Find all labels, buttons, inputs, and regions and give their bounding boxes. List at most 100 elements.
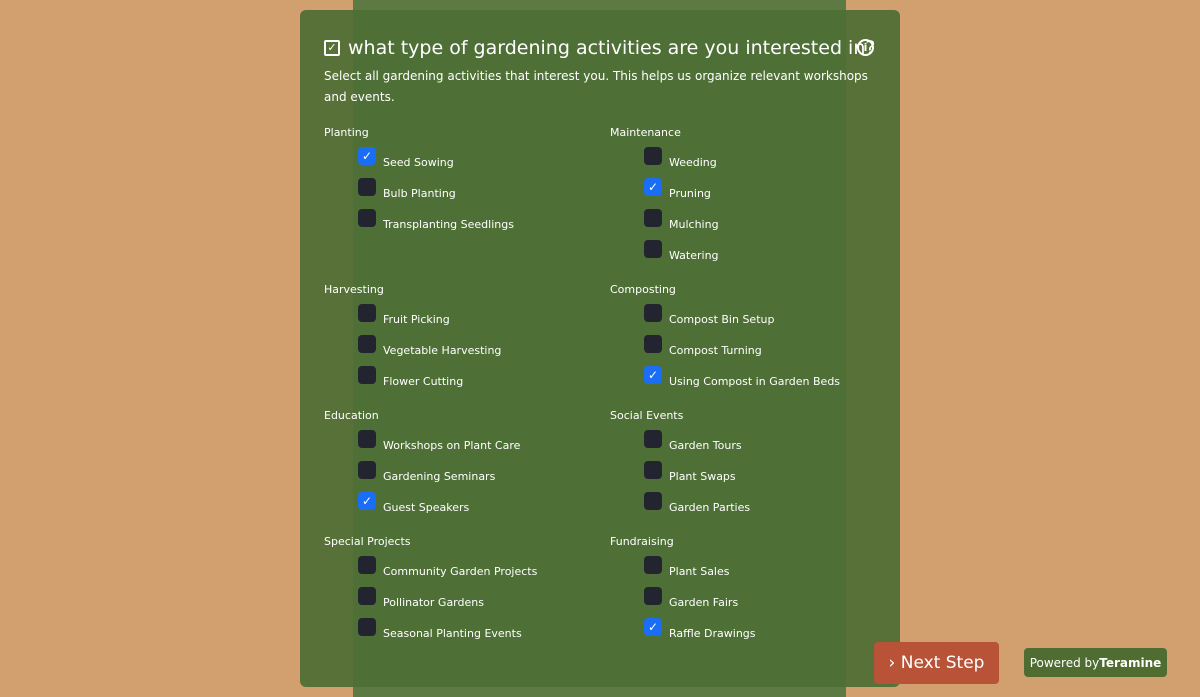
chevron-right-icon: › [888,653,901,673]
option-label: Transplanting Seedlings [383,218,514,231]
group-label: Fundraising [610,535,674,548]
option-label: Garden Fairs [669,596,739,609]
checkbox[interactable] [358,586,376,605]
checkbox[interactable] [644,555,662,574]
checkbox-option[interactable]: Plant Swaps [610,459,896,490]
checkbox[interactable] [358,334,376,353]
option-label: Watering [669,249,719,262]
checkbox[interactable] [644,491,662,510]
checkbox[interactable] [644,303,662,322]
checkbox[interactable] [644,460,662,479]
question-title-text: what type of gardening activities are yo… [348,37,876,59]
checkbox[interactable]: ✓ [644,177,662,196]
option-label: Compost Turning [669,344,762,357]
checkbox-option[interactable]: Transplanting Seedlings [324,207,610,238]
checkbox[interactable] [358,429,376,448]
option-label: Using Compost in Garden Beds [669,375,841,388]
checkbox-option[interactable]: Flower Cutting [324,364,610,395]
checkbox-option[interactable]: Compost Turning [610,333,896,364]
group-label: Planting [324,126,369,139]
checkbox-option[interactable]: ✓ Raffle Drawings [610,616,896,647]
option-groups: Planting ✓ Seed Sowing Bulb Planting Transpl… [324,126,876,661]
group-maintenance: Maintenance Weeding ✓ Pruning Mulching Wateri… [610,126,896,279]
group-special-projects: Special Projects Community Garden Project… [324,535,610,657]
group-composting: Composting Compost Bin Setup Compost Turni… [610,283,896,405]
checkbox-option[interactable]: Garden Parties [610,490,896,521]
checkbox[interactable] [644,334,662,353]
powered-by-badge[interactable]: Powered by Teramine [1024,648,1167,677]
checkbox[interactable] [644,208,662,227]
checkbox-option[interactable]: Garden Fairs [610,585,896,616]
question-description: Select all gardening activities that int… [324,69,868,104]
option-label: Garden Parties [669,501,751,514]
group-planting: Planting ✓ Seed Sowing Bulb Planting Transpl… [324,126,610,279]
powered-prefix: Powered by [1029,655,1100,670]
checkbox[interactable] [358,177,376,196]
checkbox-option[interactable]: Pollinator Gardens [324,585,610,616]
next-step-button[interactable]: › Next Step [874,642,999,684]
checkbox-option[interactable]: Watering [610,238,896,269]
question-panel: ✓ what type of gardening activities are … [300,10,900,687]
option-label: Community Garden Projects [383,565,538,578]
checkbox-option[interactable]: ✓ Guest Speakers [324,490,610,521]
option-label: Seasonal Planting Events [383,627,522,640]
checkbox[interactable] [358,460,376,479]
group-label: Harvesting [324,283,384,296]
option-label: Raffle Drawings [669,627,756,640]
checkbox[interactable]: ✓ [358,146,376,165]
option-label: Pollinator Gardens [383,596,484,609]
group-label: Maintenance [610,126,681,139]
checkbox[interactable]: ✓ [644,365,662,384]
checkbox[interactable] [358,555,376,574]
option-label: Weeding [669,156,717,169]
powered-brand: Teramine [1099,655,1162,670]
checkbox[interactable] [358,365,376,384]
checkbox-option[interactable]: ✓ Pruning [610,176,896,207]
checkbox-option[interactable]: Community Garden Projects [324,554,610,585]
checkbox-option[interactable]: Vegetable Harvesting [324,333,610,364]
checkbox[interactable] [644,146,662,165]
group-label: Social Events [610,409,684,422]
checkbox-option[interactable]: Workshops on Plant Care [324,428,610,459]
group-label: Education [324,409,379,422]
checkbox-option[interactable]: Weeding [610,145,896,176]
checkbox-option[interactable]: Mulching [610,207,896,238]
checkbox-option[interactable]: Gardening Seminars [324,459,610,490]
option-label: Garden Tours [669,439,742,452]
group-social-events: Social Events Garden Tours Plant Swaps Gard… [610,409,896,531]
checkbox-option[interactable]: Compost Bin Setup [610,302,896,333]
checkbox[interactable]: ✓ [358,491,376,510]
checkbox-option[interactable]: Plant Sales [610,554,896,585]
option-label: Plant Swaps [669,470,736,483]
checkbox[interactable] [644,586,662,605]
group-label: Composting [610,283,676,296]
option-label: Gardening Seminars [383,470,496,483]
group-education: Education Workshops on Plant Care Gardenin… [324,409,610,531]
checkbox-option[interactable]: Fruit Picking [324,302,610,333]
option-label: Pruning [669,187,711,200]
option-label: Flower Cutting [383,375,464,388]
checkbox-option[interactable]: Garden Tours [610,428,896,459]
checkbox[interactable] [358,208,376,227]
checkbox[interactable] [644,429,662,448]
option-label: Mulching [669,218,719,231]
checkbox-question-icon: ✓ [324,40,340,56]
option-label: Fruit Picking [383,313,450,326]
checkbox[interactable] [358,303,376,322]
info-icon[interactable]: i [857,39,874,56]
checkbox-option[interactable]: ✓ Seed Sowing [324,145,610,176]
option-label: Vegetable Harvesting [383,344,502,357]
option-label: Bulb Planting [383,187,456,200]
checkbox[interactable]: ✓ [644,617,662,636]
group-label: Special Projects [324,535,411,548]
option-label: Plant Sales [669,565,730,578]
checkbox-option[interactable]: ✓ Using Compost in Garden Beds [610,364,896,395]
checkbox-option[interactable]: Bulb Planting [324,176,610,207]
question-title: ✓ what type of gardening activities are … [324,36,876,60]
checkbox[interactable] [358,617,376,636]
checkbox[interactable] [644,239,662,258]
checkbox-option[interactable]: Seasonal Planting Events [324,616,610,647]
option-label: Compost Bin Setup [669,313,775,326]
next-step-label: Next Step [900,653,985,673]
option-label: Workshops on Plant Care [383,439,521,452]
